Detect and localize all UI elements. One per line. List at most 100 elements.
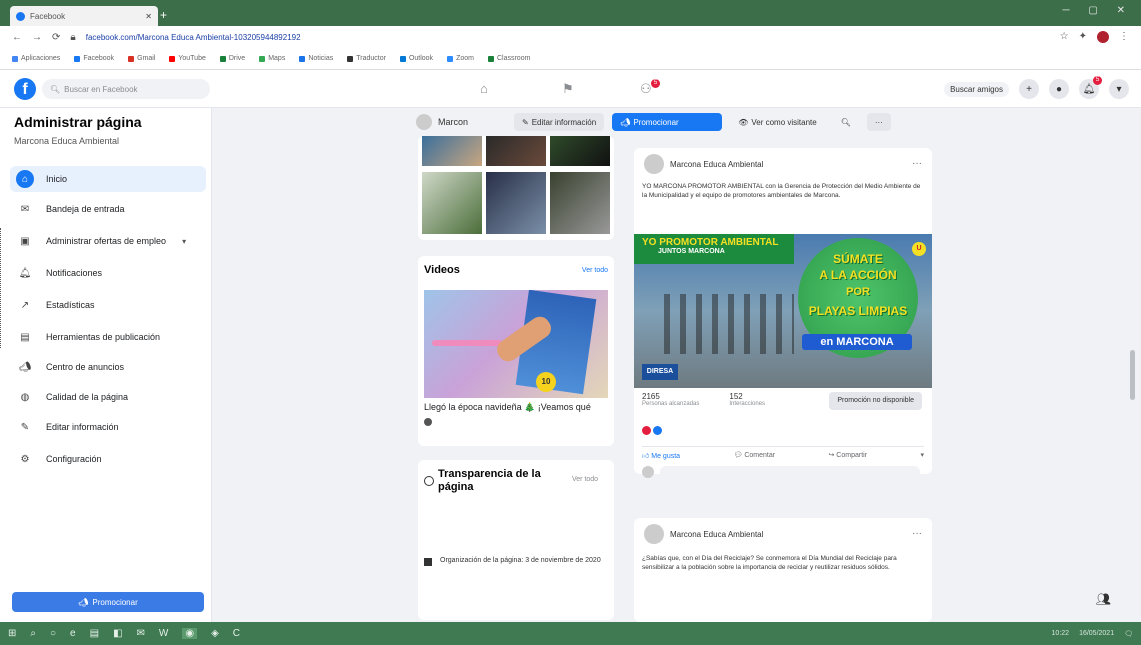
bookmark-item[interactable]: Maps <box>259 55 285 62</box>
sidebar-item-briefcase[interactable]: ▣ Administrar ofertas de empleo ▾ <box>10 228 206 254</box>
post-text: YO MARCONA PROMOTOR AMBIENTAL con la Ger… <box>642 183 921 199</box>
home-nav-icon[interactable]: ⌂ <box>480 81 488 96</box>
reload-icon[interactable]: ⟳ <box>52 32 60 43</box>
account-icon[interactable]: ▾ <box>1109 79 1129 99</box>
new-tab-icon[interactable]: + <box>160 8 167 22</box>
close-tab-icon[interactable]: ✕ <box>145 12 152 21</box>
facebook-favicon-icon <box>16 11 25 21</box>
edge-icon[interactable]: e <box>70 628 76 639</box>
comment-input[interactable] <box>660 466 920 478</box>
sidebar-item-pencil[interactable]: ✎ Editar información <box>10 414 206 440</box>
create-icon[interactable]: + <box>1019 79 1039 99</box>
word-icon[interactable]: W <box>159 628 168 639</box>
bookmark-item[interactable]: Classroom <box>487 55 530 62</box>
app-icon[interactable]: C <box>233 628 240 639</box>
video-thumbnail[interactable]: 10 <box>424 290 608 398</box>
profile-avatar[interactable] <box>1097 31 1109 43</box>
info-icon <box>424 476 434 486</box>
post-options-icon[interactable]: ··· <box>912 528 922 539</box>
comment-button[interactable]: 💬︎ Comentar <box>733 451 775 460</box>
promote-button[interactable]: 📣︎ Promocionar <box>612 113 723 131</box>
bookmark-item[interactable]: Outlook <box>399 55 433 62</box>
videos-see-all-link[interactable]: Ver todo <box>582 267 608 274</box>
url-field[interactable]: facebook.com/Marcona Educa Ambiental-103… <box>86 33 1050 42</box>
messenger-icon[interactable]: ● <box>1049 79 1069 99</box>
groups-nav-icon[interactable]: ⚇ <box>640 81 652 97</box>
chevron-down-icon[interactable]: ▾ <box>182 237 186 246</box>
page-search-icon[interactable]: 🔍︎ <box>833 113 859 131</box>
cortana-icon[interactable]: ○ <box>50 628 56 639</box>
star-icon[interactable]: ☆ <box>1060 31 1069 43</box>
pages-nav-icon[interactable]: ⚑ <box>562 81 574 97</box>
globe-icon <box>424 418 432 426</box>
post-image[interactable]: YO PROMOTOR AMBIENTAL JUNTOS MARCONA SÚM… <box>634 234 932 388</box>
bookmark-item[interactable]: Traductor <box>347 55 386 62</box>
menu-icon[interactable]: ⋮ <box>1119 31 1129 43</box>
window-controls[interactable]: ─ ▢ ✕ <box>1063 5 1133 16</box>
bookmark-item[interactable]: Noticias <box>299 55 333 62</box>
sidebar-item-megaphone[interactable]: 📣︎ Centro de anuncios <box>10 354 206 380</box>
photo-thumbnail[interactable] <box>422 136 482 166</box>
home-icon: ⌂ <box>16 170 34 188</box>
sidebar-page-name[interactable]: Marcona Educa Ambiental <box>14 136 119 146</box>
find-friends-button[interactable]: Buscar amigos <box>944 81 1009 97</box>
photo-thumbnail[interactable] <box>550 172 610 234</box>
store-icon[interactable]: ◧ <box>113 628 122 639</box>
bookmark-item[interactable]: Aplicaciones <box>12 55 60 62</box>
bookmark-item[interactable]: Gmail <box>128 55 155 62</box>
sidebar-item-gear[interactable]: ⚙ Configuración <box>10 446 206 472</box>
transparency-see-all-link[interactable]: Ver todo <box>572 476 598 494</box>
video-caption[interactable]: Llegó la época navideña 🎄 ¡Veamos qué <box>424 402 591 413</box>
share-button[interactable]: ↪ Compartir <box>828 451 867 460</box>
sidebar-item-home[interactable]: ⌂ Inicio <box>10 166 206 192</box>
shield-icon: ◍ <box>20 391 30 403</box>
mail-icon[interactable]: ✉ <box>137 628 145 639</box>
chrome-icon[interactable]: ◉ <box>182 628 198 639</box>
back-icon[interactable]: ← <box>12 32 22 43</box>
explorer-icon[interactable]: ▤ <box>90 628 99 639</box>
search-input[interactable]: 🔍︎ Buscar en Facebook <box>42 79 210 99</box>
forward-icon[interactable]: → <box>32 32 42 43</box>
photo-thumbnail[interactable] <box>550 136 610 166</box>
post-options-icon[interactable]: ··· <box>912 158 922 169</box>
reactions-summary[interactable] <box>642 426 662 435</box>
scrollbar-thumb[interactable] <box>1130 350 1135 400</box>
edit-info-button[interactable]: ✎ Editar información <box>514 113 605 131</box>
app-icon[interactable]: ◈ <box>211 628 219 639</box>
bookmark-item[interactable]: Facebook <box>74 55 114 62</box>
sidebar-item-chart[interactable]: ↗ Estadísticas <box>10 292 206 318</box>
sidebar-item-inbox[interactable]: ✉ Bandeja de entrada <box>10 196 206 222</box>
facebook-logo-icon[interactable]: f <box>14 78 36 100</box>
sidebar-item-bell[interactable]: 🔔︎ Notificaciones <box>10 260 206 286</box>
sidebar-item-publish[interactable]: ▤ Herramientas de publicación <box>10 324 206 350</box>
post-author-name[interactable]: Marcona Educa Ambiental <box>670 530 763 539</box>
bookmark-item[interactable]: Drive <box>219 55 245 62</box>
photo-thumbnail[interactable] <box>422 172 482 234</box>
page-name-tab[interactable]: Marcon <box>416 114 506 130</box>
extensions-icon[interactable]: ✦ <box>1079 31 1087 43</box>
like-button[interactable]: 👍︎ Me gusta <box>642 451 680 460</box>
browser-tab[interactable]: Facebook ✕ <box>10 6 158 26</box>
more-options-icon[interactable]: ··· <box>866 113 891 131</box>
boost-post-button[interactable]: Promoción no disponible <box>829 392 922 410</box>
taskbar-search-icon[interactable]: ⌕ <box>30 628 36 639</box>
photo-thumbnail[interactable] <box>486 136 546 166</box>
sidebar-promote-button[interactable]: 📣︎ Promocionar <box>12 592 204 612</box>
contacts-icon[interactable]: 👥︎ <box>1096 592 1111 606</box>
post-author-avatar[interactable] <box>644 154 664 174</box>
bookmark-item[interactable]: YouTube <box>169 55 206 62</box>
post-author-name[interactable]: Marcona Educa Ambiental <box>670 160 763 169</box>
page-avatar <box>416 114 432 130</box>
start-icon[interactable]: ⊞ <box>8 628 16 639</box>
notifications-icon[interactable]: 🔔︎ 5 <box>1079 76 1102 99</box>
audience-icon[interactable]: ▾ <box>920 451 924 460</box>
notification-center-icon[interactable]: 🗨︎ <box>1124 630 1133 638</box>
photo-thumbnail[interactable] <box>486 172 546 234</box>
comment-composer <box>642 466 920 478</box>
view-as-visitor-button[interactable]: 👁︎ Ver como visitante <box>730 113 825 131</box>
bookmark-item[interactable]: Zoom <box>447 55 474 62</box>
sidebar-item-shield[interactable]: ◍ Calidad de la página <box>10 384 206 410</box>
post-author-avatar[interactable] <box>644 524 664 544</box>
clock-date: 16/05/2021 <box>1079 629 1115 637</box>
system-tray[interactable]: 10:22 16/05/2021 🗨︎ <box>1052 630 1133 638</box>
